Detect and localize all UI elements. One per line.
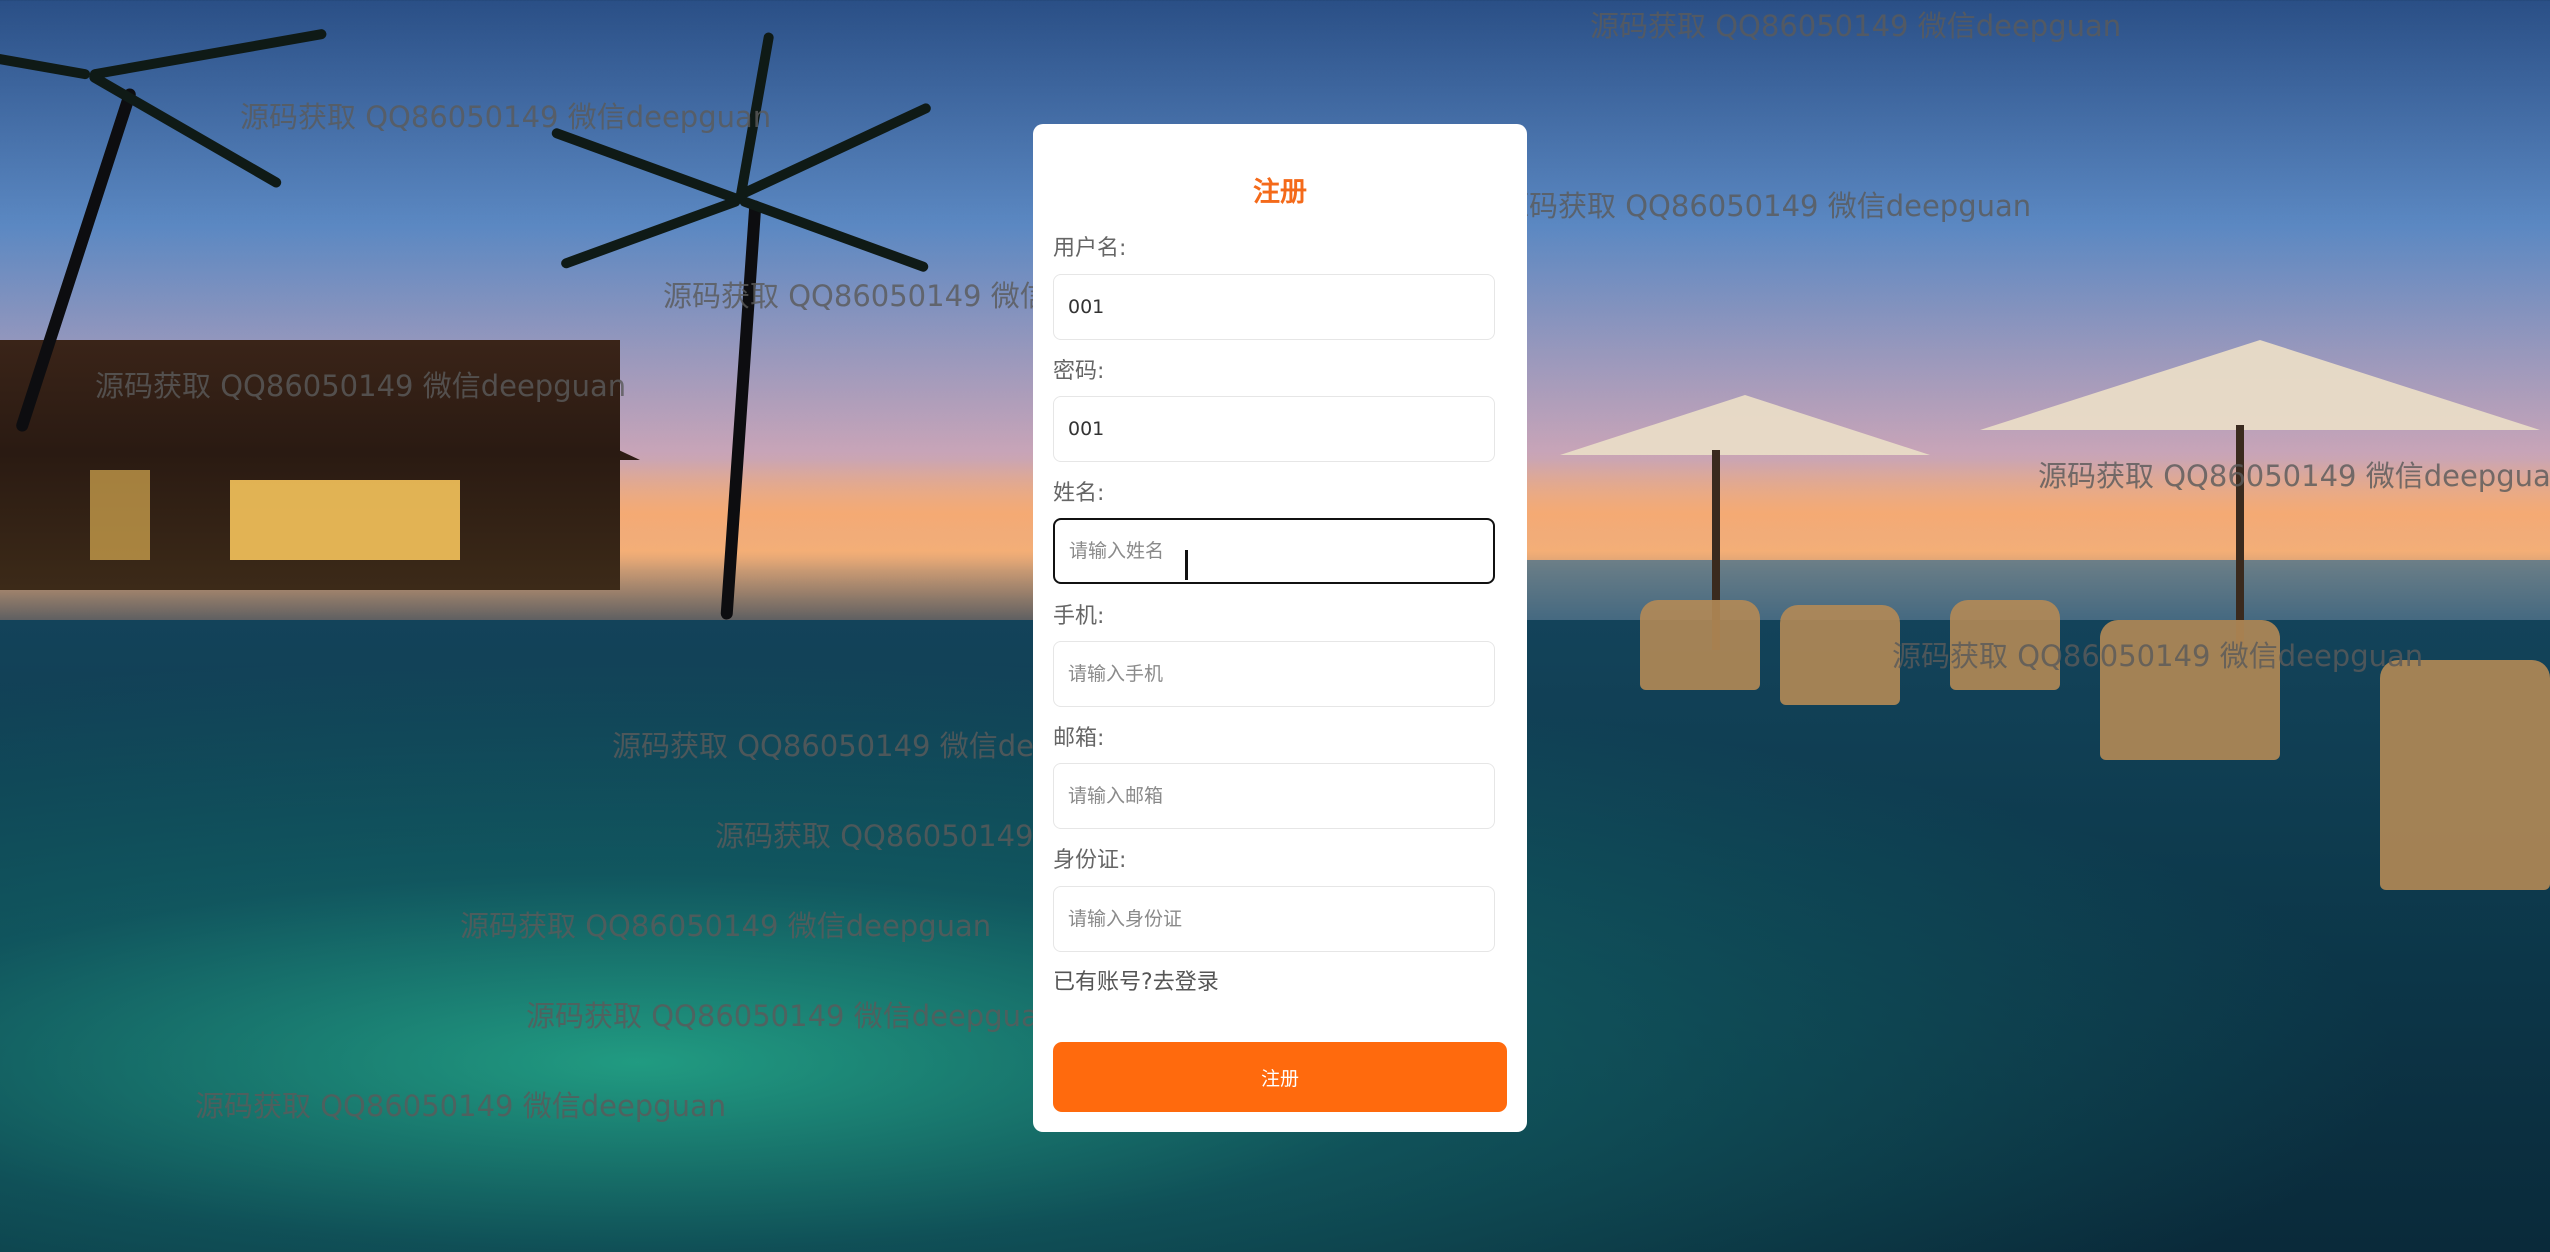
palm-frond <box>0 35 91 80</box>
watermark: 源码获取 QQ86050149 微信deepguan <box>526 999 1058 1033</box>
name-label: 姓名: <box>1053 481 1105 506</box>
umbrella-pole <box>1712 450 1720 650</box>
name-input[interactable] <box>1053 518 1495 584</box>
watermark: 源码获取 QQ86050149 微信deepguan <box>1590 9 2122 43</box>
password-input[interactable] <box>1053 396 1495 462</box>
palm-trunk <box>720 200 762 620</box>
watermark: 源码获取 QQ86050149 微信deepguan <box>95 369 627 403</box>
watermark: 源码获取 QQ86050149 微信deepguan <box>240 100 772 134</box>
login-prompt: 已有账号? <box>1053 970 1153 995</box>
palm-frond <box>738 195 930 274</box>
watermark: 源码获取 QQ86050149 微信deepguan <box>195 1089 727 1123</box>
watermark: 源码获取 QQ86050149 微信deepguan <box>1500 189 2032 223</box>
email-label: 邮箱: <box>1053 726 1105 751</box>
watermark: 源码获取 QQ86050149 微信deepguan <box>2038 459 2550 493</box>
villa-window-light <box>230 480 460 560</box>
text-cursor-icon <box>1185 550 1188 580</box>
register-card: 注册 用户名: 密码: 姓名: 手机: 邮箱: 身份证: 已有账号?去登录 注册 <box>1033 124 1527 1132</box>
phone-input[interactable] <box>1053 641 1495 707</box>
villa-window-light <box>90 470 150 560</box>
palm-frond <box>550 126 742 205</box>
chair <box>2380 660 2550 890</box>
id-card-input[interactable] <box>1053 886 1495 952</box>
password-label: 密码: <box>1053 359 1105 384</box>
id-card-label: 身份证: <box>1053 848 1127 873</box>
login-row: 已有账号?去登录 <box>1053 964 1219 996</box>
email-input[interactable] <box>1053 763 1495 829</box>
username-label: 用户名: <box>1053 236 1127 261</box>
palm-frond <box>559 195 742 270</box>
sea <box>1500 560 2550 620</box>
phone-label: 手机: <box>1053 604 1105 629</box>
register-title: 注册 <box>1253 177 1307 208</box>
chair <box>1640 600 1760 690</box>
umbrella <box>1560 395 1930 455</box>
palm-frond <box>89 28 328 80</box>
umbrella <box>1980 340 2540 430</box>
watermark: 源码获取 QQ86050149 微信deepguan <box>460 909 992 943</box>
watermark: 源码获取 QQ86050149 微信deepguan <box>1892 639 2424 673</box>
register-button[interactable]: 注册 <box>1053 1042 1507 1112</box>
username-input[interactable] <box>1053 274 1495 340</box>
chair <box>1780 605 1900 705</box>
login-link[interactable]: 去登录 <box>1153 970 1219 995</box>
